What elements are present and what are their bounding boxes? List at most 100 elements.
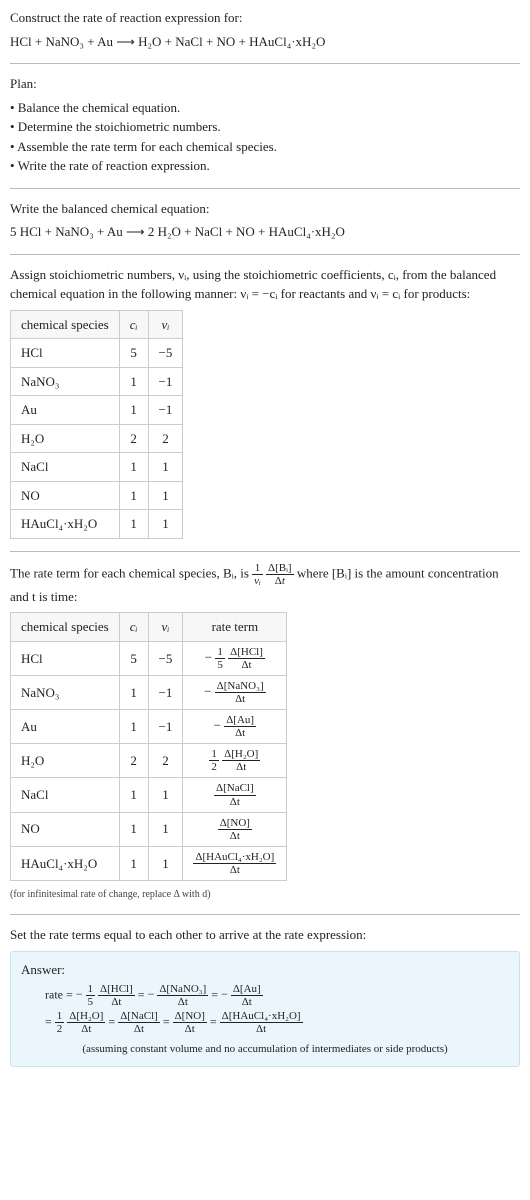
table-row: H₂O2212 Δ[H₂O]Δt [11,744,287,778]
cell-rateterm: Δ[HAuCl₄·xH₂O]Δt [183,846,287,880]
balanced-section: Write the balanced chemical equation: 5 … [10,199,520,242]
intro-prompt: Construct the rate of reaction expressio… [10,8,520,28]
cell-v: 1 [148,510,183,539]
rateterm-note: (for infinitesimal rate of change, repla… [10,887,520,902]
fraction: 12 [55,1010,65,1035]
intro-equation: HCl + NaNO₃ + Au ⟶ H₂O + NaCl + NO + HAu… [10,32,520,52]
table-row: NO11Δ[NO]Δt [11,812,287,846]
table-row: NO11 [11,481,183,510]
cell-species: NaNO₃ [11,675,120,709]
balanced-equation: 5 HCl + NaNO₃ + Au ⟶ 2 H₂O + NaCl + NO +… [10,222,520,242]
divider [10,63,520,64]
col-ci: cᵢ [119,310,148,339]
cell-c: 1 [119,812,148,846]
table-row: NaNO₃1−1− Δ[NaNO₃]Δt [11,675,287,709]
col-species: chemical species [11,613,120,642]
cell-rateterm: − Δ[NaNO₃]Δt [183,675,287,709]
fraction: Δ[NaCl]Δt [118,1010,160,1035]
fraction: Δ[NO]Δt [218,817,252,842]
table-row: NaCl11 [11,453,183,482]
table-row: H₂O22 [11,424,183,453]
cell-c: 1 [119,710,148,744]
final-heading: Set the rate terms equal to each other t… [10,925,520,945]
table-header-row: chemical species cᵢ νᵢ [11,310,183,339]
answer-box: Answer: rate = − 15 Δ[HCl]Δt = − Δ[NaNO₃… [10,951,520,1067]
plan-item: • Balance the chemical equation. [10,98,520,118]
fraction: Δ[HAuCl₄·xH₂O]Δt [220,1010,303,1035]
divider [10,254,520,255]
cell-rateterm: − 15 Δ[HCl]Δt [183,641,287,675]
table-row: Au1−1− Δ[Au]Δt [11,710,287,744]
divider [10,551,520,552]
cell-c: 2 [119,744,148,778]
rate-line-2: = 12 Δ[H₂O]Δt = Δ[NaCl]Δt = Δ[NO]Δt = Δ[… [45,1010,509,1035]
cell-v: 1 [148,846,183,880]
fraction: Δ[HAuCl₄·xH₂O]Δt [193,851,276,876]
fraction: 12 [209,748,219,773]
cell-species: HCl [11,641,120,675]
fraction: Δ[HCl]Δt [98,983,135,1008]
intro-section: Construct the rate of reaction expressio… [10,8,520,51]
cell-c: 1 [119,481,148,510]
col-ci: cᵢ [119,613,148,642]
fraction: Δ[H₂O]Δt [222,748,260,773]
table-row: HAuCl₄·xH₂O11Δ[HAuCl₄·xH₂O]Δt [11,846,287,880]
cell-v: 1 [148,453,183,482]
cell-v: 2 [148,744,183,778]
cell-c: 1 [119,846,148,880]
table-header-row: chemical species cᵢ νᵢ rate term [11,613,287,642]
table-row: HAuCl₄·xH₂O11 [11,510,183,539]
cell-c: 1 [119,510,148,539]
cell-c: 1 [119,453,148,482]
fraction: Δ[NaNO₃]Δt [215,680,266,705]
col-rateterm: rate term [183,613,287,642]
cell-rateterm: − Δ[Au]Δt [183,710,287,744]
cell-species: Au [11,710,120,744]
rate-line-1: rate = − 15 Δ[HCl]Δt = − Δ[NaNO₃]Δt = − … [45,983,509,1008]
fraction: Δ[Au]Δt [224,714,256,739]
balanced-heading: Write the balanced chemical equation: [10,199,520,219]
cell-v: −1 [148,367,183,396]
cell-species: NaNO₃ [11,367,120,396]
cell-rateterm: 12 Δ[H₂O]Δt [183,744,287,778]
cell-v: −5 [148,339,183,368]
cell-species: HAuCl₄·xH₂O [11,846,120,880]
cell-v: 1 [148,812,183,846]
table-row: NaCl11Δ[NaCl]Δt [11,778,287,812]
plan-item: • Determine the stoichiometric numbers. [10,117,520,137]
stoich-section: Assign stoichiometric numbers, νᵢ, using… [10,265,520,539]
stoich-table: chemical species cᵢ νᵢ HCl5−5 NaNO₃1−1 A… [10,310,183,539]
cell-v: −1 [148,675,183,709]
cell-species: NaCl [11,778,120,812]
plan-item: • Assemble the rate term for each chemic… [10,137,520,157]
cell-species: H₂O [11,744,120,778]
fraction: Δ[NaNO₃]Δt [157,983,208,1008]
fraction: Δ[HCl]Δt [228,646,265,671]
frac-dBi-dt: Δ[Bᵢ]Δt [266,562,294,587]
table-row: HCl5−5 [11,339,183,368]
cell-species: HAuCl₄·xH₂O [11,510,120,539]
fraction: Δ[NO]Δt [173,1010,207,1035]
cell-c: 5 [119,339,148,368]
cell-rateterm: Δ[NaCl]Δt [183,778,287,812]
cell-v: −5 [148,641,183,675]
answer-label: Answer: [21,960,509,980]
fraction: 15 [86,983,96,1008]
cell-species: Au [11,396,120,425]
table-row: Au1−1 [11,396,183,425]
cell-c: 2 [119,424,148,453]
cell-v: −1 [148,710,183,744]
cell-c: 5 [119,641,148,675]
fraction: 15 [215,646,225,671]
cell-c: 1 [119,396,148,425]
rateterm-section: The rate term for each chemical species,… [10,562,520,903]
plan-list: • Balance the chemical equation. • Deter… [10,98,520,176]
fraction: Δ[Au]Δt [231,983,263,1008]
cell-species: NO [11,481,120,510]
rate-expression: rate = − 15 Δ[HCl]Δt = − Δ[NaNO₃]Δt = − … [45,983,509,1035]
rateterm-intro-pre: The rate term for each chemical species,… [10,565,252,580]
fraction: Δ[H₂O]Δt [67,1010,105,1035]
divider [10,188,520,189]
plan-heading: Plan: [10,74,520,94]
table-row: HCl5−5− 15 Δ[HCl]Δt [11,641,287,675]
